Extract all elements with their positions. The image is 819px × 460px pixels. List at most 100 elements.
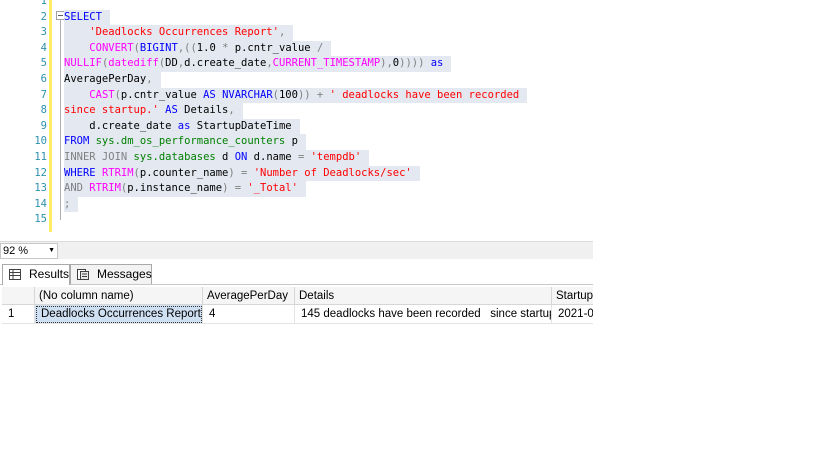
code-token: BIGINT [139,41,178,54]
row-number[interactable]: 1 [2,305,35,324]
code-token: ), [380,57,393,70]
code-token: 'Deadlocks Occurrences Report' [89,26,279,39]
code-token: p.instance_name [127,182,223,195]
messages-icon [77,269,89,280]
code-token: p.cntr_value [234,41,317,54]
chevron-down-icon[interactable]: ▼ [48,244,55,258]
code-token: / [316,41,324,54]
code-token: RTRIM [89,182,121,195]
code-line: since startup.' AS Details, [64,103,243,119]
code-token: INNER JOIN [64,151,134,163]
code-token: NULLIF [64,57,102,70]
column-header[interactable]: (No column name) [35,287,203,305]
code-line: CAST(p.cntr_value AS NVARCHAR(100)) + ' … [64,87,528,104]
line-number: 4 [40,41,47,54]
code-token: NVARCHAR [222,88,273,101]
editor-status-strip: 92 % ▼ [0,241,593,259]
tab-messages-label: Messages [97,267,152,281]
code-token: 'Number of Deadlocks/sec' [253,166,412,179]
line-number: 8 [40,104,47,117]
column-header[interactable]: AveragePerDay [203,287,295,305]
line-number: 5 [40,57,47,70]
code-token: d.create_date [184,57,267,70]
tab-messages[interactable]: Messages [70,264,152,284]
code-token: Details [184,104,229,117]
results-grid[interactable]: (No column name) AveragePerDay Details S… [0,285,593,325]
grid-cell[interactable]: 4 [203,305,295,324]
code-token: ON [234,151,254,163]
code-token: CURRENT_TIMESTAMP [272,57,381,70]
column-header[interactable]: StartupD [552,287,593,305]
code-token: SELECT [64,10,102,23]
line-number: 11 [34,151,47,163]
code-token: , [278,26,286,39]
code-token: AS [203,88,223,101]
tab-results-label: Results [29,267,70,281]
grid-cell[interactable]: Deadlocks Occurrences Report [35,305,203,324]
code-line: FROM sys.dm_os_performance_counters p [64,134,306,150]
grid-cell[interactable]: 2021-0 [552,305,593,324]
code-line: INNER JOIN sys.databases d ON d.name = '… [64,150,370,166]
code-line: NULLIF(datediff(DD,d.create_date,CURRENT… [64,56,452,72]
line-number-gutter: 1 2 3 4 5 6 7 8 9 10 11 12 13 14 15 [0,0,50,232]
line-number: 2 [40,10,47,23]
code-line: SELECT [64,9,110,26]
code-token: ) = [222,182,248,195]
line-number: 10 [34,135,47,148]
code-line: AND RTRIM(p.instance_name) = '_Total' [64,181,306,197]
code-token: d.name [253,151,298,163]
code-token: 100 [278,88,298,101]
line-number: 9 [40,119,47,132]
code-token: d.create_date [64,119,178,132]
zoom-dropdown[interactable]: 92 % ▼ [0,243,58,259]
line-number: 7 [40,88,47,101]
code-token: sys.dm_os_performance_counters [95,135,286,148]
code-token: since startup.' [64,104,159,117]
code-token: StartupDateTime [196,119,292,132]
zoom-value: 92 % [3,245,29,257]
code-token: CONVERT [89,41,134,54]
code-token: WHERE [64,166,102,179]
grid-icon [9,269,21,280]
code-token: p [285,135,298,148]
line-number: 6 [40,73,47,85]
line-number: 12 [34,166,47,179]
code-token: ) = [228,166,254,179]
grid-cell[interactable]: 145 deadlocks have been recorded since s… [295,305,552,324]
line-number: 15 [34,213,47,226]
code-token: )))) [399,57,431,70]
code-token: FROM [64,135,96,148]
results-tab-strip: Results Messages [0,262,593,285]
code-token: AND [64,182,90,195]
code-token: AveragePerDay [64,73,147,85]
code-line: WHERE RTRIM(p.counter_name) = 'Number of… [64,165,420,182]
code-token: ; [64,197,71,210]
code-token: , [228,104,235,117]
line-number: 13 [34,182,47,195]
code-line: AveragePerDay, [64,72,161,88]
code-token: p.counter_name [139,166,229,179]
code-token: ,(( [177,41,197,54]
column-header[interactable]: Details [295,287,552,305]
grid-corner-header[interactable] [2,287,35,305]
code-token: d [215,151,235,163]
code-token: , [146,73,153,85]
code-token: as [177,119,197,132]
code-token: p.cntr_value [120,88,204,101]
query-editor[interactable]: 1 2 3 4 5 6 7 8 9 10 11 12 13 14 15 SELECT 'Deadlocks … [0,0,593,232]
code-token: DD [165,57,178,70]
line-number: 1 [40,0,47,7]
code-token: datediff [108,57,159,70]
code-line: 'Deadlocks Occurrences Report', [64,25,294,41]
tab-results[interactable]: Results [2,264,70,285]
code-token: 1.0 [196,41,223,54]
code-token: ' deadlocks have been recorded [329,88,520,101]
line-number: 3 [40,26,47,39]
code-token: 'tempdb' [310,151,362,163]
code-token: CAST [89,88,115,101]
outline-region-line [60,20,61,220]
